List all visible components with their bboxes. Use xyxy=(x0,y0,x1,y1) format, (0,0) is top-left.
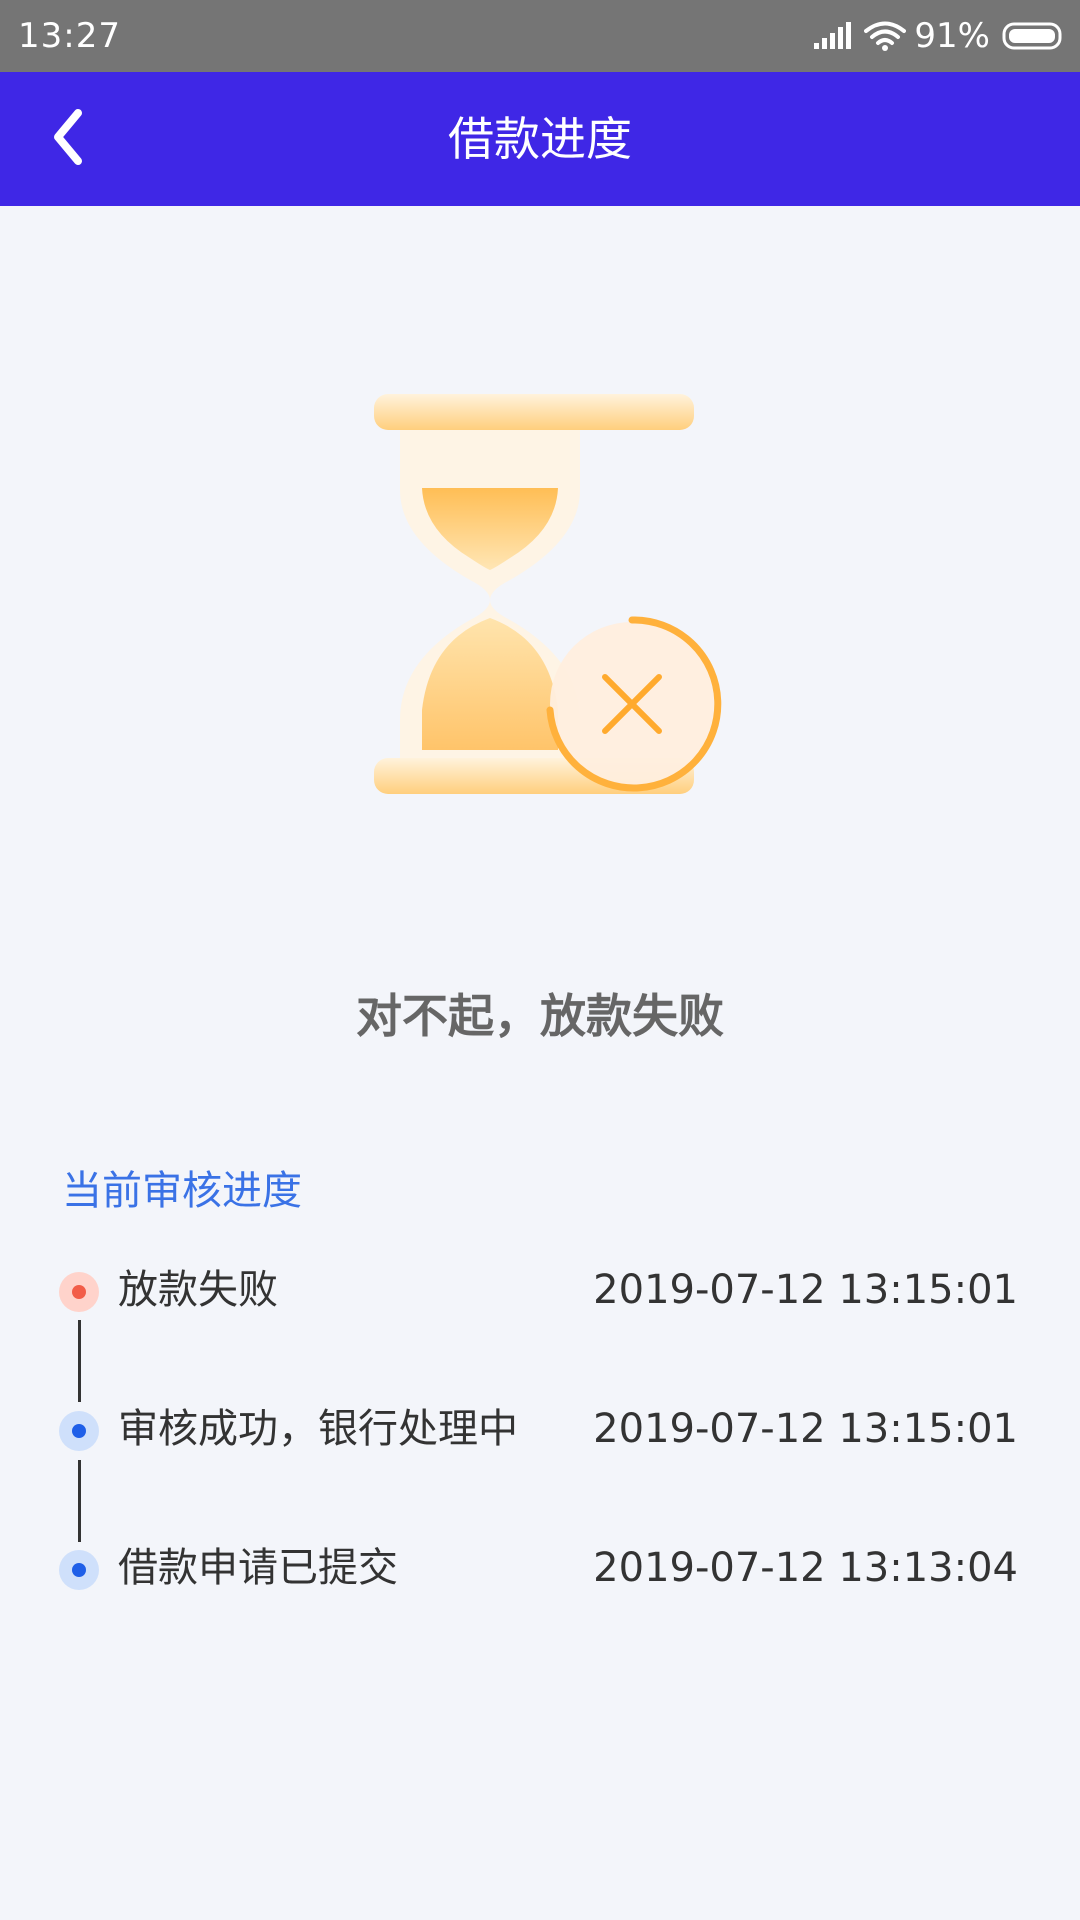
result-title: 对不起，放款失败 xyxy=(356,989,724,1043)
section-title: 当前审核进度 xyxy=(62,1168,302,1214)
status-dot-done xyxy=(59,1411,99,1451)
status-time: 13:27 xyxy=(18,16,121,56)
timeline-connector xyxy=(78,1320,81,1402)
hourglass-failed-icon xyxy=(360,380,740,820)
page-title: 借款进度 xyxy=(448,112,632,166)
battery-percent: 91% xyxy=(914,16,990,56)
status-dot-failed xyxy=(59,1272,99,1312)
step-label: 放款失败 xyxy=(118,1267,278,1313)
step-time: 2019-07-12 13:15:01 xyxy=(593,1406,1018,1452)
timeline-connector xyxy=(78,1460,81,1542)
app-header: 借款进度 xyxy=(0,72,1080,206)
step-time: 2019-07-12 13:13:04 xyxy=(593,1545,1018,1591)
status-icons: 91% xyxy=(812,14,1066,58)
signal-icon xyxy=(812,21,852,51)
step-time: 2019-07-12 13:15:01 xyxy=(593,1267,1018,1313)
wifi-icon xyxy=(864,20,907,52)
battery-icon xyxy=(1002,21,1066,51)
step-label: 审核成功，银行处理中 xyxy=(118,1406,518,1452)
status-dot-done xyxy=(59,1550,99,1590)
status-bar: 13:27 91% xyxy=(0,0,1080,72)
step-label: 借款申请已提交 xyxy=(118,1545,398,1591)
